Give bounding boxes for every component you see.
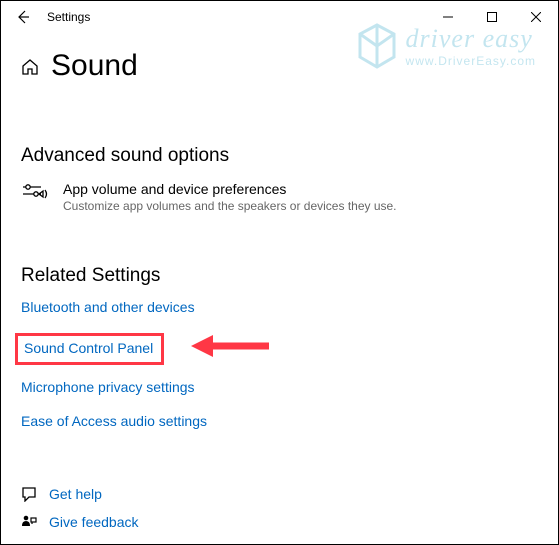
- related-heading: Related Settings: [21, 265, 538, 287]
- get-help-link[interactable]: Get help: [21, 486, 139, 502]
- back-button[interactable]: [9, 3, 37, 31]
- get-help-label: Get help: [49, 486, 102, 502]
- app-volume-preferences[interactable]: App volume and device preferences Custom…: [21, 181, 538, 213]
- give-feedback-link[interactable]: Give feedback: [21, 514, 139, 530]
- maximize-icon: [487, 12, 497, 22]
- link-bluetooth-devices[interactable]: Bluetooth and other devices: [21, 299, 195, 315]
- minimize-button[interactable]: [426, 1, 470, 33]
- home-icon: [21, 58, 39, 81]
- pref-desc: Customize app volumes and the speakers o…: [63, 199, 397, 213]
- minimize-icon: [443, 12, 453, 22]
- window-controls: [426, 1, 558, 33]
- give-feedback-label: Give feedback: [49, 514, 139, 530]
- pref-title: App volume and device preferences: [63, 181, 397, 197]
- window-title: Settings: [47, 10, 90, 24]
- close-button[interactable]: [514, 1, 558, 33]
- page-header: Sound: [1, 33, 558, 83]
- feedback-icon: [21, 514, 37, 530]
- footer-links: Get help Give feedback: [21, 474, 139, 530]
- page-title: Sound: [51, 49, 138, 83]
- maximize-button[interactable]: [470, 1, 514, 33]
- close-icon: [531, 12, 541, 22]
- sliders-icon: [21, 181, 49, 212]
- arrow-left-icon: [15, 9, 31, 25]
- annotation-arrow-icon: [191, 331, 271, 361]
- titlebar: Settings: [1, 1, 558, 33]
- link-ease-of-access-audio[interactable]: Ease of Access audio settings: [21, 413, 207, 429]
- link-sound-control-panel[interactable]: Sound Control Panel: [24, 340, 153, 356]
- link-microphone-privacy[interactable]: Microphone privacy settings: [21, 379, 195, 395]
- chat-icon: [21, 486, 37, 502]
- annotation-highlight: Sound Control Panel: [21, 333, 164, 379]
- advanced-heading: Advanced sound options: [21, 145, 538, 167]
